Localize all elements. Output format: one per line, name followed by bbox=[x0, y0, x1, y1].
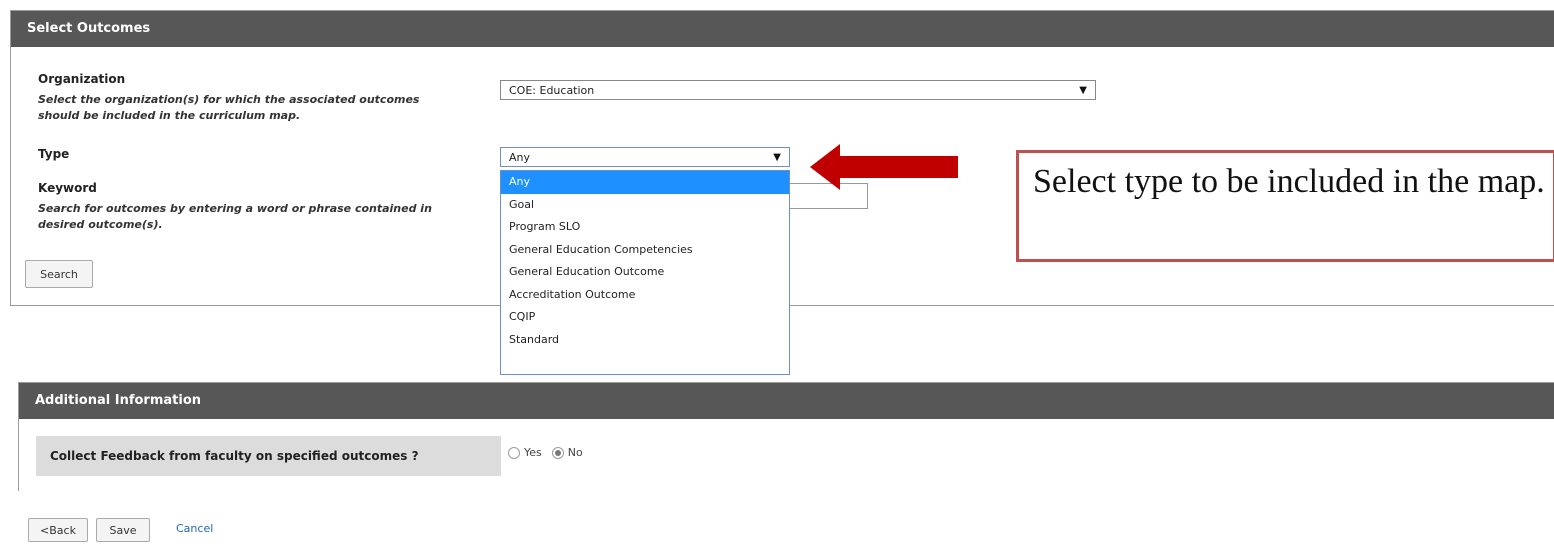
type-label: Type bbox=[38, 147, 70, 161]
keyword-help-text: Search for outcomes by entering a word o… bbox=[38, 202, 432, 231]
save-button[interactable]: Save bbox=[96, 518, 150, 542]
back-button[interactable]: <Back bbox=[28, 518, 88, 542]
feedback-radio-group: Yes No bbox=[508, 446, 583, 459]
type-option[interactable]: General Education Outcome bbox=[501, 261, 789, 284]
additional-information-header: Additional Information bbox=[19, 383, 1554, 419]
type-option[interactable]: General Education Competencies bbox=[501, 239, 789, 262]
type-dropdown-list[interactable]: Any Goal Program SLO General Education C… bbox=[500, 170, 790, 375]
type-option[interactable]: Program SLO bbox=[501, 216, 789, 239]
dropdown-arrow-icon: ▼ bbox=[773, 152, 781, 163]
type-select[interactable]: Any ▼ bbox=[500, 147, 790, 167]
dropdown-arrow-icon: ▼ bbox=[1079, 85, 1087, 96]
type-option[interactable]: Standard bbox=[501, 329, 789, 352]
no-radio[interactable] bbox=[551, 446, 564, 459]
yes-radio[interactable] bbox=[508, 446, 520, 459]
annotation-callout: Select type to be included in the map. bbox=[1016, 150, 1554, 262]
organization-select-value: COE: Education bbox=[509, 84, 595, 97]
organization-select[interactable]: COE: Education ▼ bbox=[500, 80, 1096, 100]
type-select-value: Any bbox=[509, 151, 531, 164]
type-option[interactable]: Accreditation Outcome bbox=[501, 284, 789, 307]
no-radio-label: No bbox=[567, 446, 583, 459]
type-option[interactable]: CQIP bbox=[501, 306, 789, 329]
feedback-question-label: Collect Feedback from faculty on specifi… bbox=[36, 436, 501, 476]
search-button[interactable]: Search bbox=[25, 260, 93, 288]
type-option[interactable]: Goal bbox=[501, 194, 789, 217]
organization-help-text: Select the organization(s) for which the… bbox=[38, 93, 420, 122]
cancel-link[interactable]: Cancel bbox=[176, 522, 213, 535]
annotation-arrow-icon bbox=[810, 144, 958, 190]
type-option[interactable]: Any bbox=[501, 171, 789, 194]
organization-label: Organization bbox=[38, 72, 126, 86]
select-outcomes-header: Select Outcomes bbox=[11, 11, 1554, 47]
keyword-label: Keyword bbox=[38, 181, 97, 195]
yes-radio-label: Yes bbox=[524, 446, 542, 459]
